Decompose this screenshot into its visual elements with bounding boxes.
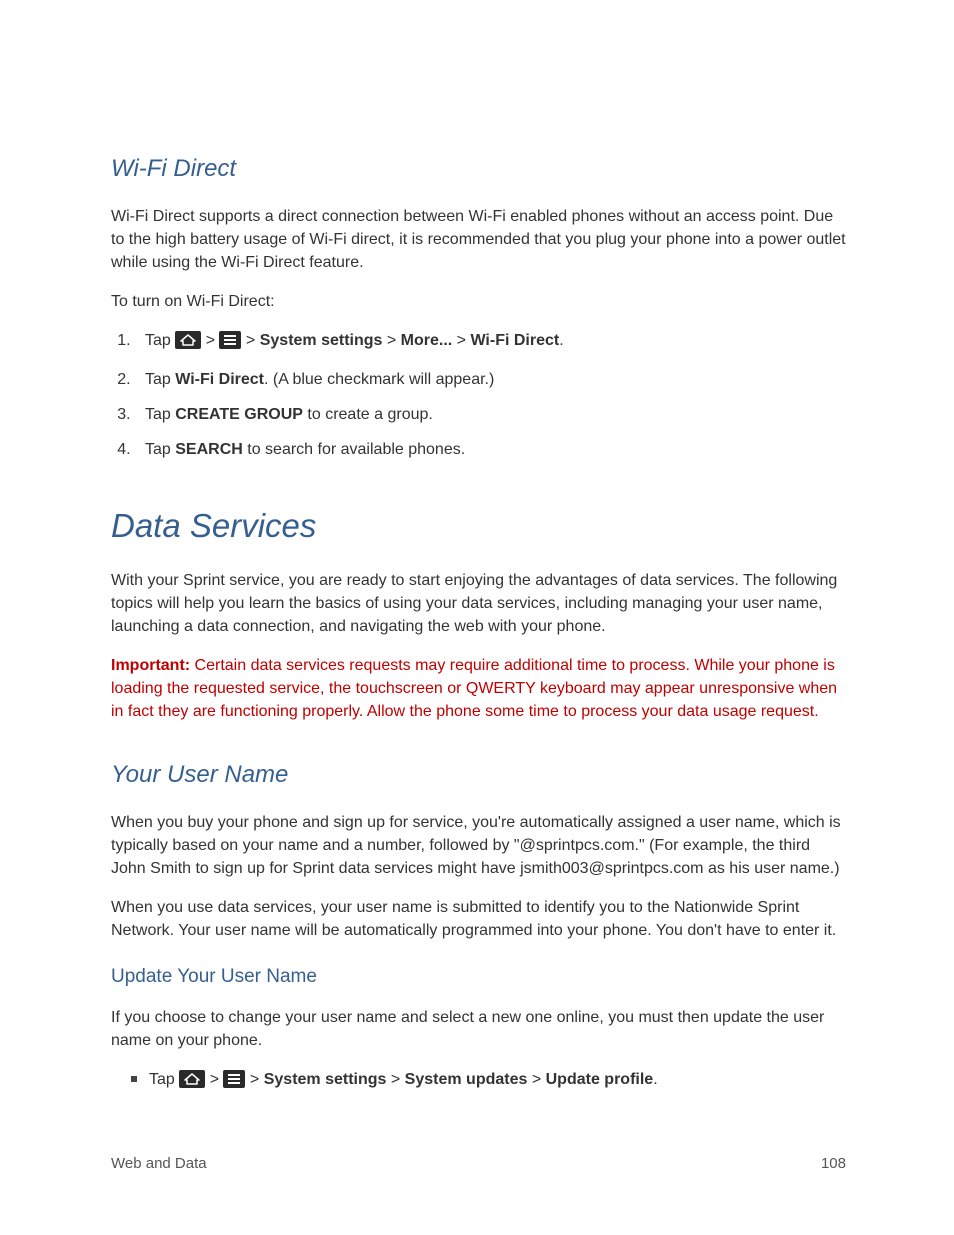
- heading-your-user-name: Your User Name: [111, 761, 846, 789]
- text-gt: >: [386, 1071, 404, 1088]
- text-post: . (A blue checkmark will appear.): [264, 371, 494, 388]
- bullet-item: Tap > > System settings > System updates…: [135, 1068, 846, 1095]
- bullet-list-update: Tap > > System settings > System updates…: [111, 1068, 846, 1095]
- footer-page-number: 108: [821, 1155, 846, 1172]
- page-footer: Web and Data 108: [111, 1155, 846, 1172]
- home-icon: [175, 331, 201, 356]
- text-wifi-direct: Wi-Fi Direct: [175, 371, 264, 388]
- paragraph-turn-on-label: To turn on Wi-Fi Direct:: [111, 290, 846, 313]
- paragraph-user-p1: When you buy your phone and sign up for …: [111, 811, 846, 880]
- heading-update-user-name: Update Your User Name: [111, 966, 846, 988]
- steps-wifi-direct: Tap > > System settings > More... > Wi-F…: [111, 329, 846, 461]
- heading-data-services: Data Services: [111, 507, 846, 545]
- step-item: Tap > > System settings > More... > Wi-F…: [135, 329, 846, 356]
- text-period: .: [653, 1071, 657, 1088]
- step-item: Tap Wi-Fi Direct. (A blue checkmark will…: [135, 368, 846, 391]
- text-gt: >: [241, 332, 259, 349]
- text-period: .: [559, 332, 563, 349]
- text-tap: Tap: [145, 371, 175, 388]
- text-update-profile: Update profile: [546, 1071, 654, 1088]
- paragraph-wifi-intro: Wi-Fi Direct supports a direct connectio…: [111, 205, 846, 274]
- label-important: Important:: [111, 657, 190, 674]
- text-wifi-direct: Wi-Fi Direct: [470, 332, 559, 349]
- step-item: Tap CREATE GROUP to create a group.: [135, 403, 846, 426]
- text-gt: >: [205, 1071, 223, 1088]
- text-gt: >: [452, 332, 470, 349]
- text-system-settings: System settings: [264, 1071, 387, 1088]
- text-create-group: CREATE GROUP: [175, 406, 303, 423]
- text-important-body: Certain data services requests may requi…: [111, 657, 837, 720]
- text-tap: Tap: [145, 406, 175, 423]
- text-tap: Tap: [145, 332, 175, 349]
- text-tap: Tap: [145, 441, 175, 458]
- text-gt: >: [527, 1071, 545, 1088]
- heading-wifi-direct: Wi-Fi Direct: [111, 155, 846, 183]
- text-gt: >: [382, 332, 400, 349]
- text-gt: >: [245, 1071, 263, 1088]
- menu-icon: [219, 331, 241, 356]
- text-more: More...: [401, 332, 453, 349]
- paragraph-update-intro: If you choose to change your user name a…: [111, 1006, 846, 1052]
- menu-icon: [223, 1070, 245, 1095]
- text-system-settings: System settings: [260, 332, 383, 349]
- footer-section-name: Web and Data: [111, 1155, 207, 1172]
- text-post: to search for available phones.: [243, 441, 465, 458]
- paragraph-important: Important: Certain data services request…: [111, 654, 846, 723]
- paragraph-data-intro: With your Sprint service, you are ready …: [111, 569, 846, 638]
- document-page: Wi-Fi Direct Wi-Fi Direct supports a dir…: [0, 0, 954, 1235]
- home-icon: [179, 1070, 205, 1095]
- text-gt: >: [201, 332, 219, 349]
- text-system-updates: System updates: [405, 1071, 528, 1088]
- text-tap: Tap: [149, 1071, 179, 1088]
- text-search: SEARCH: [175, 441, 243, 458]
- paragraph-user-p2: When you use data services, your user na…: [111, 896, 846, 942]
- text-post: to create a group.: [303, 406, 433, 423]
- step-item: Tap SEARCH to search for available phone…: [135, 438, 846, 461]
